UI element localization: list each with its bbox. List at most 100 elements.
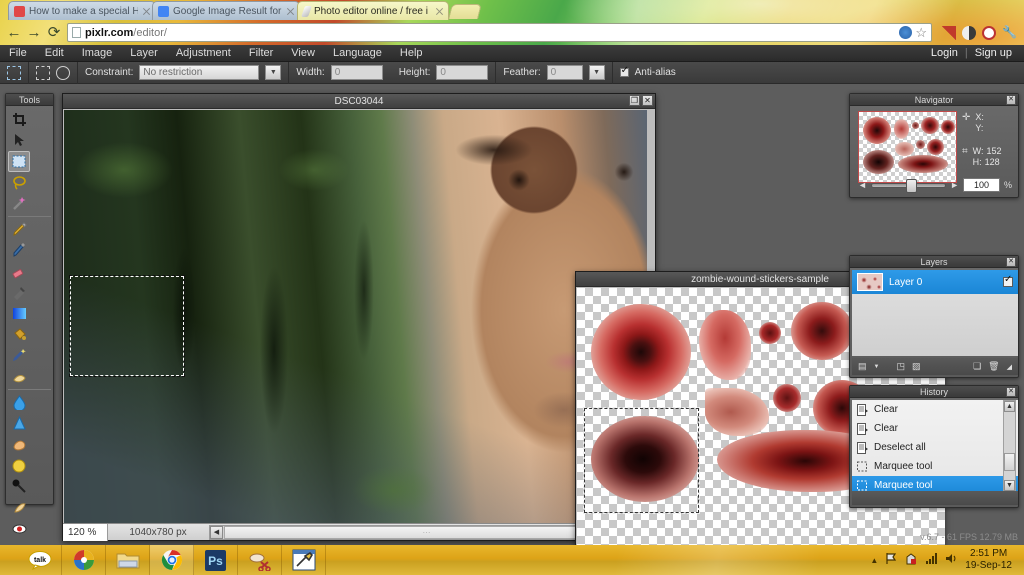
- scrollbar-thumb[interactable]: ···: [224, 525, 629, 539]
- feather-input[interactable]: 0: [546, 65, 583, 80]
- zoom-out-icon[interactable]: ◄: [858, 180, 867, 190]
- sponge-tool[interactable]: [8, 434, 30, 455]
- marquee-tool[interactable]: [8, 151, 30, 172]
- brush-tool[interactable]: [8, 240, 30, 261]
- height-input[interactable]: 0: [436, 65, 489, 80]
- doodle-tool[interactable]: [8, 497, 30, 518]
- close-icon[interactable]: [286, 7, 295, 16]
- menu-file[interactable]: File: [0, 45, 36, 62]
- scrollbar-thumb[interactable]: [1004, 453, 1015, 471]
- navigator-zoom-value[interactable]: 100: [962, 178, 1000, 192]
- close-icon[interactable]: ✕: [1006, 387, 1016, 397]
- address-bar[interactable]: pixlr.com/editor/ ☆: [67, 23, 932, 42]
- marquee-selection[interactable]: [69, 275, 185, 377]
- chevron-down-icon[interactable]: ▼: [874, 364, 880, 370]
- antialias-checkbox[interactable]: [619, 65, 629, 77]
- wand-tool[interactable]: [8, 193, 30, 214]
- history-item[interactable]: Clear: [852, 419, 1018, 438]
- navigator-zoom-slider[interactable]: ◄ ► 100 %: [858, 178, 1012, 193]
- retouch-tool[interactable]: [8, 345, 30, 366]
- taskbar-clock[interactable]: 2:51 PM 19-Sep-12: [965, 548, 1016, 572]
- login-link[interactable]: Login: [924, 47, 965, 59]
- lasso-tool[interactable]: [8, 172, 30, 193]
- taskbar-item-snipping-tool[interactable]: [238, 545, 282, 575]
- signal-icon[interactable]: [942, 25, 956, 40]
- translate-icon[interactable]: [899, 26, 913, 39]
- menu-help[interactable]: Help: [391, 45, 432, 62]
- scroll-left-icon[interactable]: ◀: [210, 525, 223, 539]
- history-item[interactable]: Marquee tool: [852, 457, 1018, 476]
- menu-view[interactable]: View: [282, 45, 324, 62]
- close-icon[interactable]: ✕: [642, 95, 653, 106]
- scroll-up-icon[interactable]: ▲: [1004, 401, 1015, 412]
- close-icon[interactable]: ✕: [1006, 95, 1016, 105]
- volume-icon[interactable]: [945, 552, 958, 568]
- clone-stamp-tool[interactable]: [8, 282, 30, 303]
- shield-icon[interactable]: [982, 25, 996, 40]
- history-scrollbar[interactable]: ▲ ▼: [1003, 400, 1016, 492]
- history-item-selected[interactable]: Marquee tool: [852, 476, 1018, 492]
- chevron-down-icon[interactable]: ▼: [265, 65, 282, 80]
- network-icon[interactable]: [925, 552, 938, 568]
- move-tool[interactable]: [8, 130, 30, 151]
- navigator-thumbnail[interactable]: [858, 111, 957, 183]
- layer-visibility-checkbox[interactable]: [1003, 274, 1013, 287]
- taskbar-item-paint-tool[interactable]: [282, 545, 326, 575]
- constraint-select[interactable]: No restriction: [139, 65, 260, 80]
- menu-edit[interactable]: Edit: [36, 45, 73, 62]
- burn-tool[interactable]: [8, 476, 30, 497]
- bucket-tool[interactable]: [8, 324, 30, 345]
- navigator-title[interactable]: Navigator ✕: [850, 94, 1018, 106]
- close-icon[interactable]: [142, 7, 151, 16]
- rect-marquee-icon[interactable]: [36, 65, 50, 80]
- layer-row[interactable]: Layer 0: [852, 270, 1018, 294]
- new-layer-icon[interactable]: ❏: [973, 361, 981, 372]
- close-icon[interactable]: ✕: [1006, 257, 1016, 267]
- smudge-tool[interactable]: [8, 366, 30, 387]
- eraser-tool[interactable]: [8, 261, 30, 282]
- close-icon[interactable]: [435, 7, 444, 16]
- forward-arrow-icon[interactable]: →: [24, 23, 44, 43]
- browser-tab-0[interactable]: How to make a special Ha: [8, 1, 156, 20]
- red-eye-tool[interactable]: [8, 518, 30, 539]
- action-center-icon[interactable]: [905, 552, 918, 568]
- crop-tool[interactable]: [8, 109, 30, 130]
- image-window-titlebar[interactable]: DSC03044 ❐ ✕: [63, 94, 655, 109]
- wrench-icon[interactable]: 🔧: [1002, 25, 1017, 40]
- show-hidden-icons[interactable]: ▲: [870, 556, 878, 565]
- history-list[interactable]: Clear Clear Deselect all Marquee tool Ma…: [852, 400, 1018, 492]
- taskbar-item-photoshop[interactable]: Ps: [194, 545, 238, 575]
- image-canvas-photo[interactable]: [64, 110, 647, 524]
- browser-tab-2[interactable]: Photo editor online / free i: [297, 1, 449, 20]
- layers-title[interactable]: Layers ✕: [850, 256, 1018, 268]
- menu-image[interactable]: Image: [73, 45, 122, 62]
- marquee-selection[interactable]: [583, 407, 700, 514]
- adblock-icon[interactable]: [962, 25, 976, 40]
- menu-filter[interactable]: Filter: [240, 45, 282, 62]
- pencil-tool[interactable]: [8, 219, 30, 240]
- zoom-in-icon[interactable]: ►: [950, 180, 959, 190]
- delete-layer-icon[interactable]: 🗑: [988, 361, 999, 372]
- sharpen-tool[interactable]: [8, 413, 30, 434]
- marquee-tool-icon[interactable]: [7, 65, 21, 80]
- chevron-down-icon[interactable]: ▼: [588, 65, 605, 80]
- menu-adjustment[interactable]: Adjustment: [167, 45, 240, 62]
- taskbar-item-file-explorer[interactable]: [106, 545, 150, 575]
- history-item[interactable]: Deselect all: [852, 438, 1018, 457]
- slider-track[interactable]: [870, 178, 947, 193]
- dodge-tool[interactable]: [8, 455, 30, 476]
- back-arrow-icon[interactable]: ←: [4, 23, 24, 43]
- taskbar-item-google-talk[interactable]: talk: [18, 545, 62, 575]
- taskbar-item-picasa[interactable]: [62, 545, 106, 575]
- layer-settings-icon[interactable]: ▤: [858, 361, 867, 372]
- menu-language[interactable]: Language: [324, 45, 391, 62]
- slider-knob[interactable]: [905, 178, 917, 193]
- scroll-down-icon[interactable]: ▼: [1004, 480, 1015, 491]
- restore-icon[interactable]: ❐: [629, 95, 640, 106]
- browser-tab-1[interactable]: Google Image Result for h: [152, 1, 300, 20]
- star-icon[interactable]: ☆: [915, 26, 927, 39]
- flag-icon[interactable]: [885, 552, 898, 568]
- reload-icon[interactable]: ⟳: [44, 23, 64, 43]
- taskbar-item-google-chrome[interactable]: [150, 545, 194, 575]
- menu-layer[interactable]: Layer: [121, 45, 167, 62]
